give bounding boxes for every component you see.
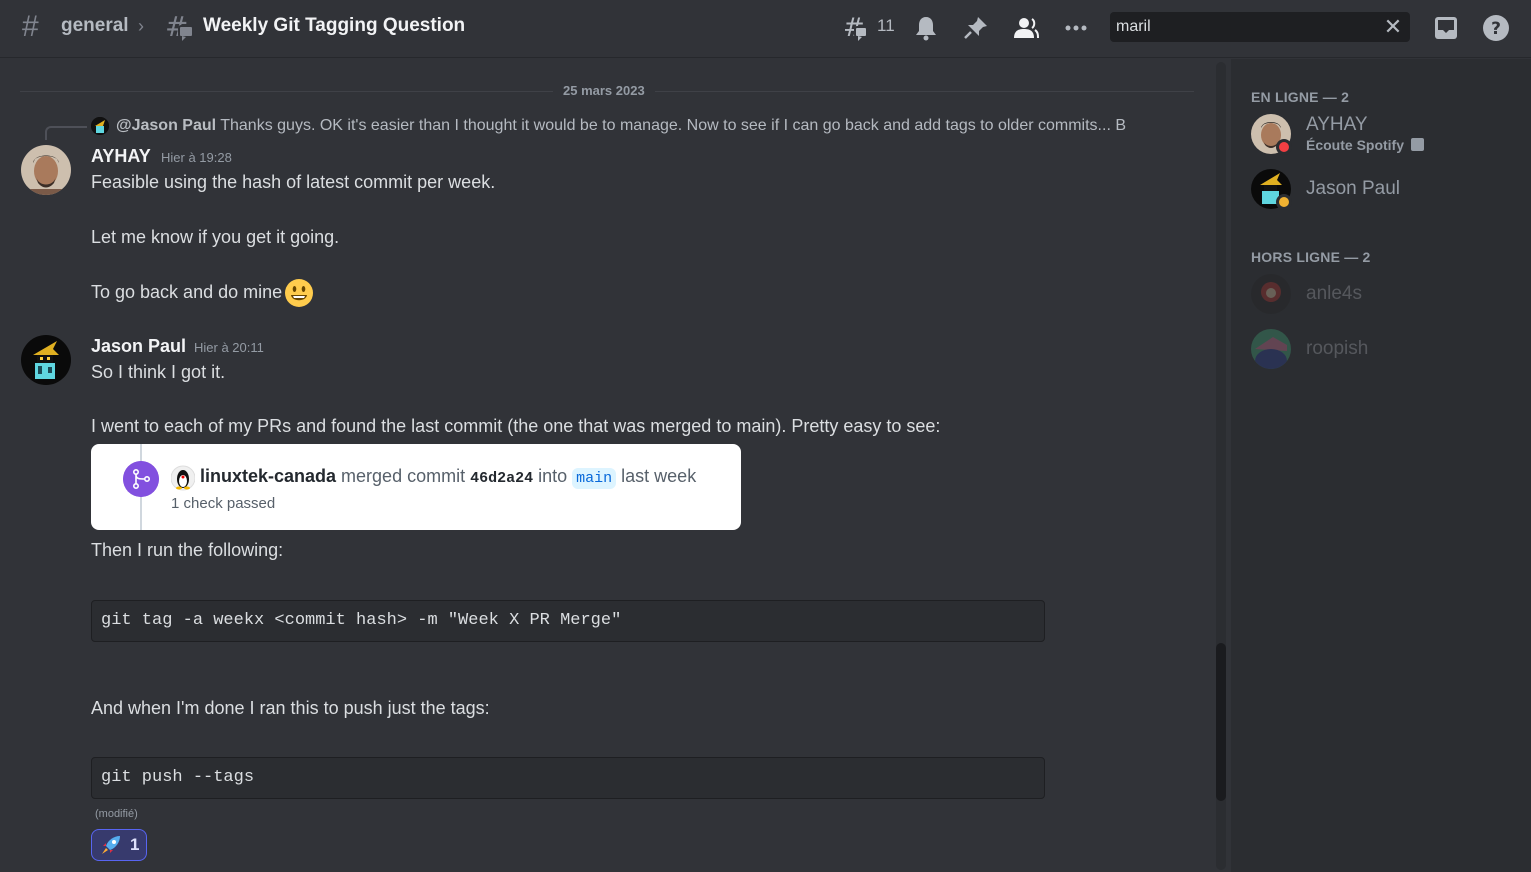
svg-text:?: ?: [1491, 19, 1501, 39]
message-line: I went to each of my PRs and found the l…: [91, 416, 941, 436]
reply-mention[interactable]: @Jason Paul: [116, 117, 216, 134]
member-name[interactable]: Jason Paul: [1306, 178, 1400, 200]
reaction-rocket[interactable]: 1: [91, 829, 147, 861]
member-avatar-roopish[interactable]: [1251, 329, 1291, 369]
reaction-count: 1: [130, 835, 140, 854]
message-line: Feasible using the hash of latest commit…: [91, 172, 496, 192]
avatar-jason-paul[interactable]: [21, 335, 71, 385]
activity-details-icon: [1410, 138, 1424, 151]
smiley-emoji-icon: [285, 279, 314, 307]
chat-scrollbar-thumb[interactable]: [1216, 643, 1226, 801]
message-line: So I think I got it.: [91, 362, 226, 382]
member-avatar-anle4s[interactable]: [1251, 274, 1291, 314]
breadcrumb-channel[interactable]: general: [61, 15, 129, 37]
idle-status-icon: [1276, 194, 1292, 210]
message-line: Then I run the following:: [91, 540, 284, 560]
embed-commit-hash: 46d2a24: [470, 470, 534, 487]
message-line: And when I'm done I ran this to push jus…: [91, 698, 490, 718]
breadcrumb-separator: ›: [138, 16, 144, 36]
channel-header: # general › # Weekly Git Tagging Questio…: [0, 0, 1531, 58]
screenshot-attachment[interactable]: linuxtek-canada merged commit 46d2a24 in…: [91, 444, 741, 530]
message-line: To go back and do mine: [91, 281, 283, 302]
thread-title: Weekly Git Tagging Question: [203, 15, 466, 36]
avatar-ayhay[interactable]: [21, 145, 71, 195]
member-name[interactable]: AYHAY: [1306, 114, 1368, 136]
message-author[interactable]: Jason Paul: [91, 336, 186, 357]
reply-avatar[interactable]: [91, 117, 109, 135]
code-block: git tag -a weekx <commit hash> -m "Week …: [91, 600, 1045, 642]
inbox-icon[interactable]: [1432, 14, 1460, 42]
code-block: git push --tags: [91, 757, 1045, 799]
bell-icon[interactable]: [912, 14, 940, 42]
member-activity: Écoute Spotify: [1306, 137, 1424, 153]
message-line: Let me know if you get it going.: [91, 227, 340, 247]
threads-icon[interactable]: #: [843, 14, 871, 42]
member-name[interactable]: roopish: [1306, 338, 1368, 360]
clear-search-icon[interactable]: ✕: [1382, 16, 1404, 38]
merge-icon: [123, 461, 159, 497]
thread-icon: #: [165, 12, 194, 42]
threads-count[interactable]: 11: [877, 16, 895, 36]
dnd-status-icon: [1276, 139, 1292, 155]
offline-section-title: HORS LIGNE — 2: [1251, 249, 1371, 265]
embed-user: linuxtek-canada: [200, 466, 337, 486]
member-name[interactable]: anle4s: [1306, 283, 1362, 305]
reply-connector: [45, 126, 87, 140]
message-author[interactable]: AYHAY: [91, 146, 151, 167]
member-activity-text: Écoute Spotify: [1306, 137, 1405, 153]
help-icon[interactable]: ?: [1482, 14, 1510, 42]
merge-summary: linuxtek-canada merged commit 46d2a24 in…: [200, 466, 697, 489]
members-icon[interactable]: [1012, 14, 1040, 42]
embed-checks: 1 check passed: [171, 495, 276, 512]
tux-avatar-icon: [171, 465, 195, 491]
more-icon[interactable]: [1062, 14, 1090, 42]
embed-action: merged commit: [336, 466, 471, 486]
online-section-title: EN LIGNE — 2: [1251, 89, 1350, 105]
message-line-with-emoji: To go back and do mine: [91, 278, 314, 308]
embed-branch: main: [572, 468, 617, 489]
rocket-emoji-icon: [102, 836, 120, 854]
embed-into: into: [533, 466, 573, 486]
reply-preview-text: Thanks guys. OK it's easier than I thoug…: [216, 117, 1126, 134]
search-input[interactable]: [1116, 12, 1376, 42]
search-box[interactable]: ✕: [1110, 12, 1410, 42]
edited-label: (modifié): [95, 808, 138, 820]
date-divider-label: 25 mars 2023: [553, 83, 655, 98]
pin-icon[interactable]: [962, 14, 990, 42]
embed-when: last week: [616, 466, 697, 486]
channel-hash-icon: #: [22, 10, 39, 43]
reply-preview[interactable]: @Jason Paul Thanks guys. OK it's easier …: [116, 117, 1126, 135]
message-timestamp: Hier à 19:28: [161, 150, 232, 165]
message-timestamp: Hier à 20:11: [194, 340, 264, 355]
